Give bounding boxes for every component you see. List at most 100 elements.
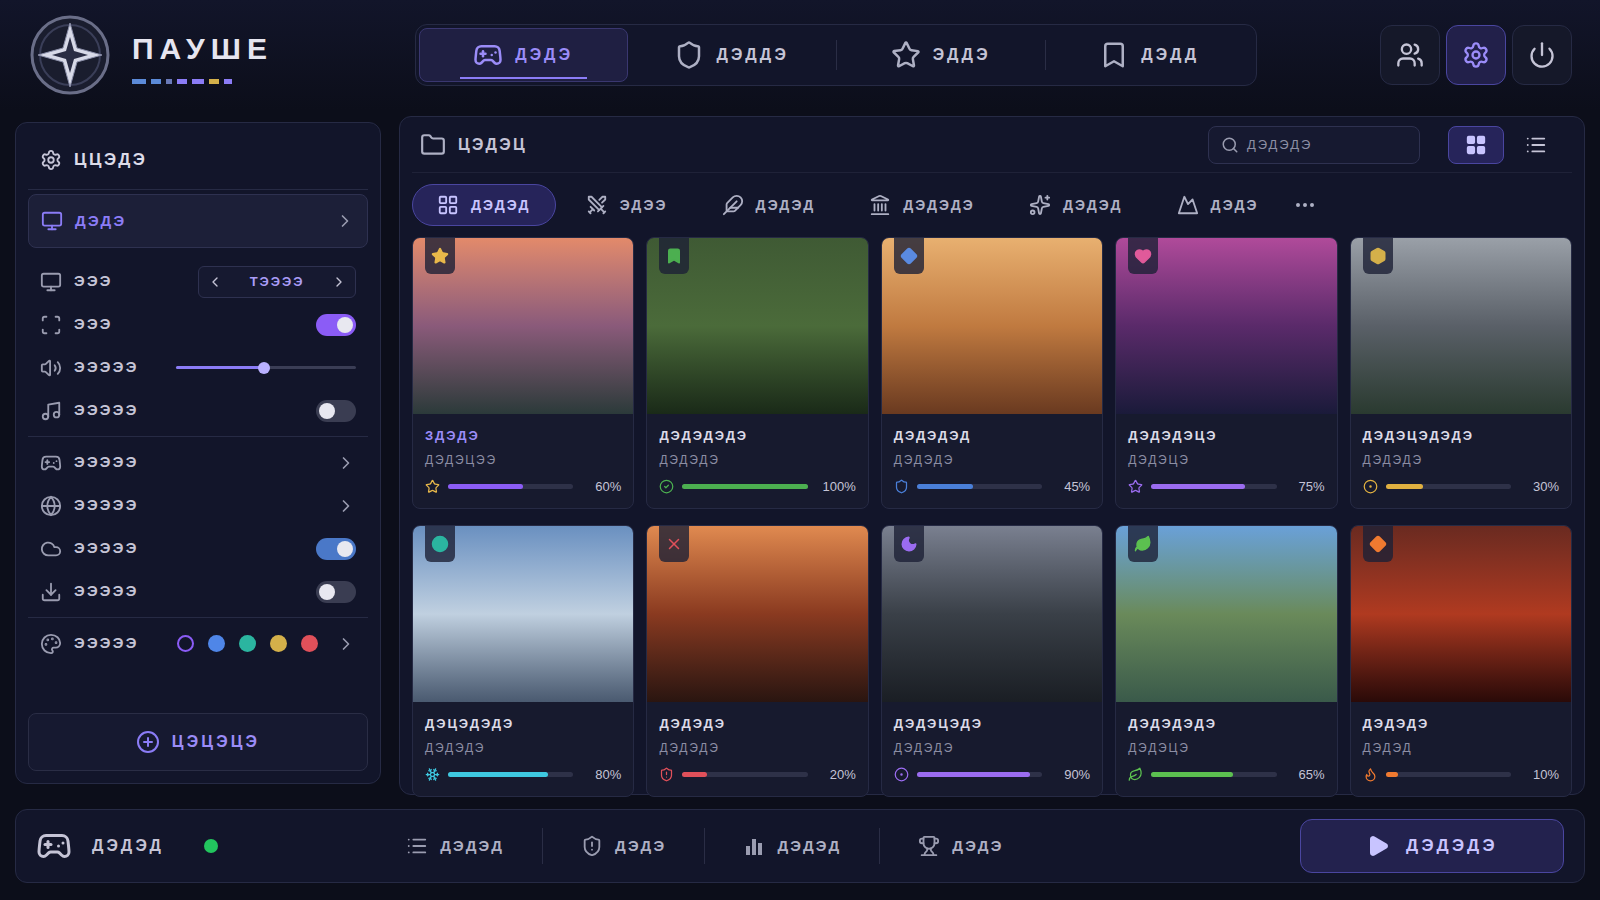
- progress-percent: 10%: [1519, 765, 1559, 785]
- badge-icon: [665, 247, 683, 265]
- power-button[interactable]: [1512, 25, 1572, 85]
- setting-label: ЭЭЭЭЭ: [74, 451, 139, 474]
- color-swatch[interactable]: [208, 635, 225, 652]
- progress-percent: 30%: [1519, 477, 1559, 497]
- chevron-right-icon: [336, 496, 356, 516]
- game-card[interactable]: ДЭДЭЦЭДЭДЭДЭДЭ90%: [881, 525, 1103, 797]
- progress-icon: [425, 767, 440, 782]
- color-swatch[interactable]: [239, 635, 256, 652]
- settings-group: ДЭДЭЭЭЭТЭЭЭЭЭЭЭЭЭЭЭЭЭЭЭЭЭ: [28, 194, 368, 432]
- game-cover: [1351, 526, 1571, 702]
- more-icon[interactable]: [1293, 193, 1317, 217]
- card-subtitle: ДЭДЭЦЭ: [1128, 739, 1324, 757]
- color-swatch[interactable]: [177, 635, 194, 652]
- filter-chip[interactable]: ДЭДЭД: [1005, 184, 1147, 226]
- toggle-switch[interactable]: [316, 400, 356, 422]
- card-title: ДЭДЭДЭ: [1363, 714, 1559, 734]
- settings-row-toggle[interactable]: ЭЭЭЭЭ: [28, 570, 368, 613]
- color-swatch[interactable]: [301, 635, 318, 652]
- status-tab[interactable]: ДЭДЭ: [543, 835, 704, 858]
- nav-tab[interactable]: ЭДДЭ: [837, 28, 1045, 82]
- game-card[interactable]: ДЭДЭДЭДЭДЭДЭДЭ100%: [646, 237, 868, 509]
- slider-thumb[interactable]: [258, 362, 270, 374]
- status-tab[interactable]: ДЭДЭ: [880, 835, 1041, 858]
- settings-header: ЦЦЭДЭ: [28, 135, 368, 185]
- status-tab-label: ДЭДЭД: [777, 835, 841, 858]
- toggle-switch[interactable]: [316, 538, 356, 560]
- chevron-right-icon[interactable]: [331, 274, 347, 290]
- color-swatch[interactable]: [270, 635, 287, 652]
- top-bar: ПАУШЕ ДЭДЭ ДЭДДЭЭДДЭДЭДД: [0, 0, 1600, 110]
- filter-chip[interactable]: ДЭДЭД: [412, 184, 556, 226]
- chevron-left-icon[interactable]: [207, 274, 223, 290]
- add-button[interactable]: ЦЭЦЭЦЭ: [28, 713, 368, 771]
- progress-track: [1151, 772, 1276, 777]
- filter-chip[interactable]: ДЭДЭ: [1153, 184, 1283, 226]
- card-badge: [1363, 238, 1393, 274]
- game-card[interactable]: ДЭЦЭДЭДЭДЭДЭДЭ80%: [412, 525, 634, 797]
- progress-icon: [659, 479, 674, 494]
- setting-icon: [40, 314, 62, 336]
- friends-button[interactable]: [1380, 25, 1440, 85]
- settings-row-swatches[interactable]: ЭЭЭЭЭ: [28, 622, 368, 665]
- grid-icon: [1465, 134, 1487, 156]
- value-selector[interactable]: ТЭЭЭЭ: [198, 266, 356, 298]
- game-card[interactable]: ДЭДЭДЭДЭДЭД10%: [1350, 525, 1572, 797]
- settings-row-toggle[interactable]: ЭЭЭЭЭ: [28, 527, 368, 570]
- card-badge: [894, 238, 924, 274]
- nav-tab-label: ДЭДЭ: [515, 43, 573, 67]
- game-card[interactable]: ДЭДЭЦЭДЭДЭДЭДЭДЭ30%: [1350, 237, 1572, 509]
- setting-icon: [40, 357, 62, 379]
- volume-slider[interactable]: [176, 361, 356, 375]
- settings-row-nav[interactable]: ЭЭЭЭЭ: [28, 484, 368, 527]
- setting-label: ЭЭЭЭЭ: [74, 580, 139, 603]
- nav-tab-icon: [891, 40, 921, 70]
- settings-row-nav[interactable]: ДЭДЭ: [28, 194, 368, 248]
- status-label: ДЭДЭД: [92, 834, 164, 858]
- status-tab[interactable]: ДЭДЭД: [368, 835, 542, 858]
- settings-row-select[interactable]: ЭЭЭТЭЭЭЭ: [28, 260, 368, 303]
- settings-title: ЦЦЭДЭ: [74, 147, 147, 173]
- status-divider: [879, 828, 880, 864]
- grid-view-button[interactable]: [1448, 126, 1504, 164]
- card-badge: [425, 526, 455, 562]
- status-tab-icon: [918, 835, 940, 857]
- nav-tab[interactable]: ДЭДЭ: [419, 28, 628, 82]
- game-card[interactable]: ДЭДЭДЭДЭДЭДЭЦЭ65%: [1115, 525, 1337, 797]
- status-tab-label: ДЭДЭ: [615, 835, 666, 858]
- nav-tab[interactable]: ДЭДДЭ: [628, 28, 837, 82]
- progress-icon: [659, 767, 674, 782]
- game-card[interactable]: ЗДЭДЭДЭДЭЦЭЭ60%: [412, 237, 634, 509]
- filter-chip[interactable]: ДЭДЭД: [698, 184, 840, 226]
- game-card[interactable]: ДЭДЭДЭДЭДЭДЭ20%: [646, 525, 868, 797]
- toggle-switch[interactable]: [316, 581, 356, 603]
- progress-track: [682, 772, 807, 777]
- settings-row-nav[interactable]: ЭЭЭЭЭ: [28, 441, 368, 484]
- filter-chip[interactable]: ДЭДЭДЭ: [845, 184, 999, 226]
- toggle-switch[interactable]: [316, 314, 356, 336]
- main-nav: ДЭДЭ ДЭДДЭЭДДЭДЭДД: [415, 24, 1257, 86]
- status-tab[interactable]: ДЭДЭД: [705, 835, 879, 858]
- settings-row-slider[interactable]: ЭЭЭЭЭ: [28, 346, 368, 389]
- game-card[interactable]: ДЭДЭДЭЦЭДЭДЭЦЭ75%: [1115, 237, 1337, 509]
- filter-icon: [437, 194, 459, 216]
- logo-area: ПАУШЕ: [0, 13, 415, 97]
- settings-row-toggle[interactable]: ЭЭЭЭЭ: [28, 389, 368, 432]
- status-tab-icon: [406, 835, 428, 857]
- settings-row-toggle[interactable]: ЭЭЭ: [28, 303, 368, 346]
- filter-chip[interactable]: ЭДЭЭ: [562, 184, 692, 226]
- game-cover: [1351, 238, 1571, 414]
- game-card[interactable]: ДЭДЭДЭДДЭДЭДЭ45%: [881, 237, 1103, 509]
- progress-percent: 45%: [1050, 477, 1090, 497]
- card-subtitle: ДЭДЭДЭ: [894, 739, 1090, 757]
- gear-icon: [1462, 41, 1490, 69]
- filter-label: ДЭДЭДЭ: [903, 195, 975, 216]
- play-button[interactable]: ДЭДЭДЭ: [1300, 819, 1564, 873]
- nav-tab[interactable]: ДЭДД: [1046, 28, 1254, 82]
- list-view-button[interactable]: [1508, 126, 1564, 164]
- progress-icon: [425, 479, 440, 494]
- settings-button[interactable]: [1446, 25, 1506, 85]
- tab-divider: [836, 40, 837, 70]
- search-field[interactable]: ДЭДЭДЭ: [1208, 126, 1420, 164]
- chevron-right-icon[interactable]: [336, 634, 356, 654]
